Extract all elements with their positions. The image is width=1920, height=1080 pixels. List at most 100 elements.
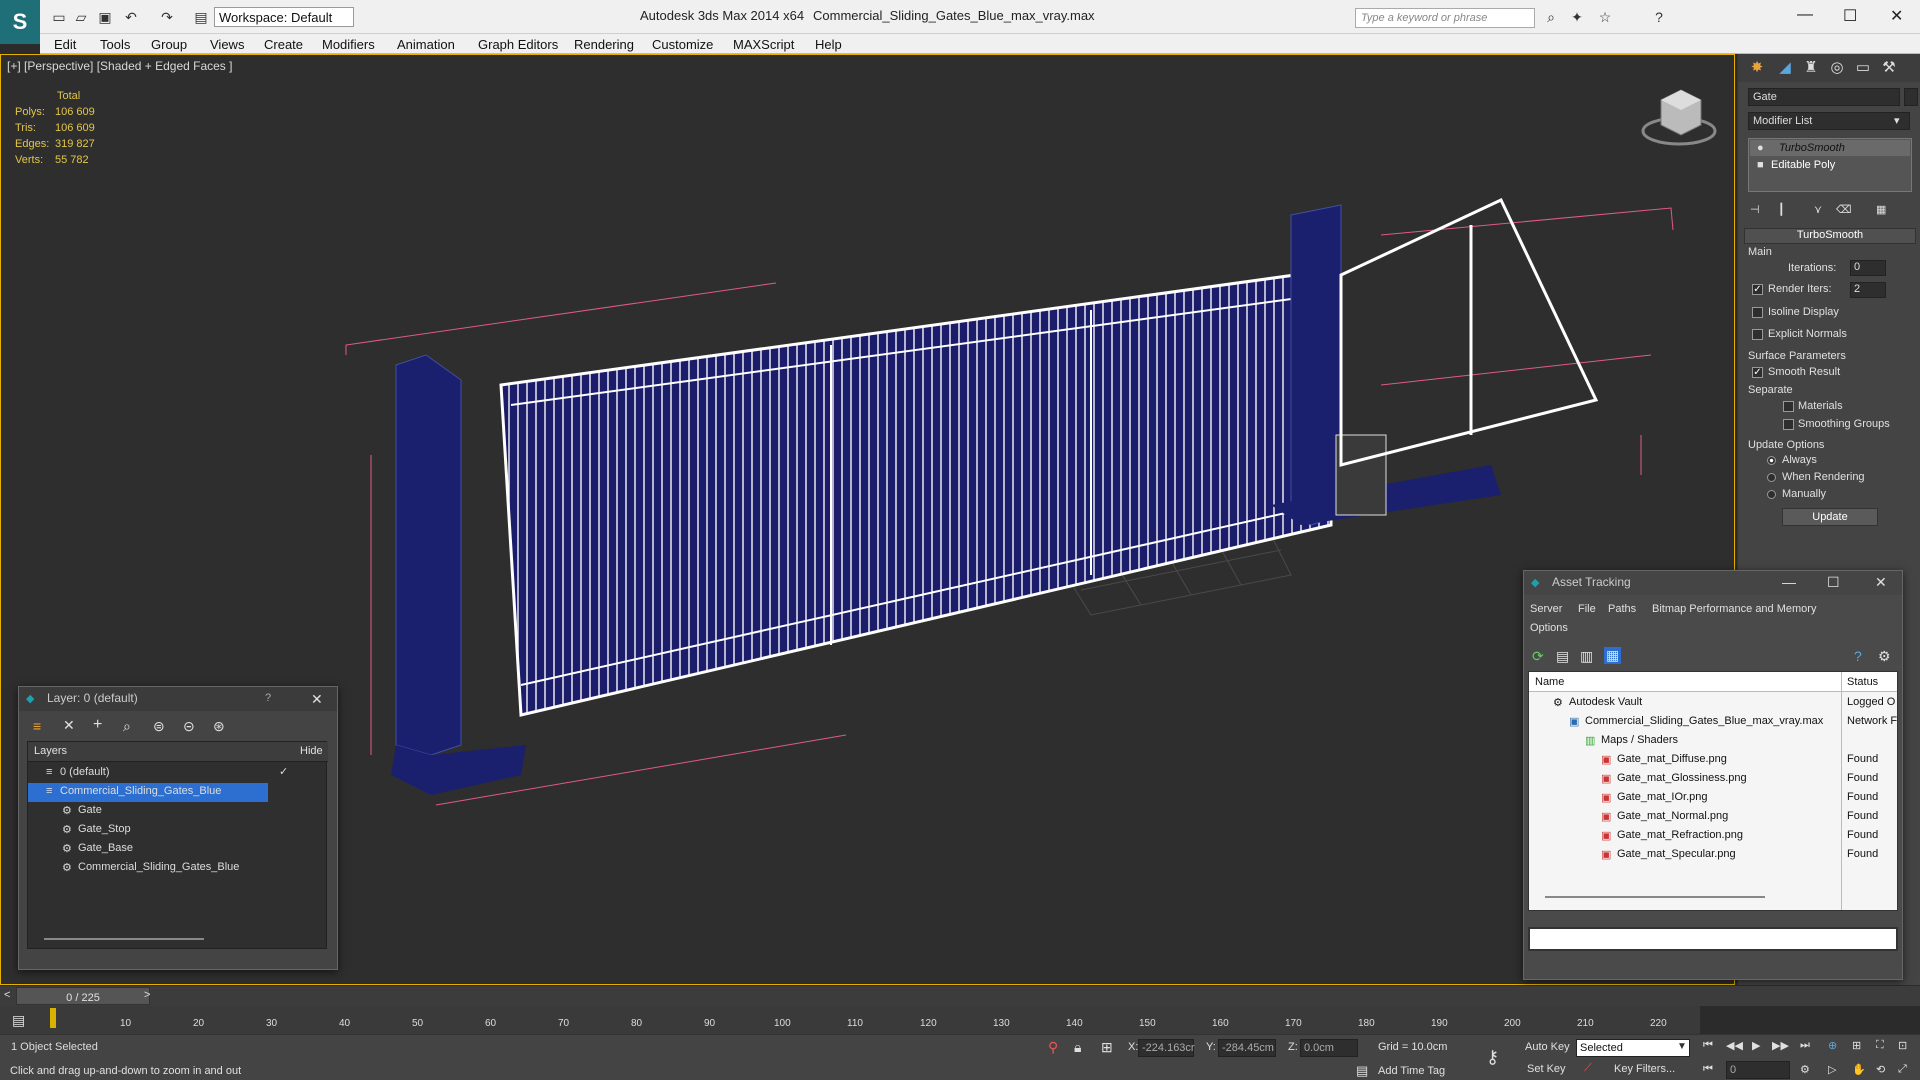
key-mode-icon[interactable]: ⏮ xyxy=(1703,1063,1713,1076)
current-frame-field[interactable]: 0 xyxy=(1726,1061,1790,1079)
menu-group[interactable]: Group xyxy=(151,37,187,52)
smooth-result-checkbox[interactable]: ✓ xyxy=(1752,367,1763,378)
close-icon[interactable]: ✕ xyxy=(1875,574,1887,591)
active-layer-check-icon[interactable]: ✓ xyxy=(279,765,288,778)
object-row[interactable]: ⚙ Gate_Base xyxy=(28,840,328,859)
minimize-icon[interactable]: — xyxy=(1797,6,1813,24)
add-to-layer-icon[interactable]: + xyxy=(93,716,102,734)
stack-item-turbosmooth[interactable]: TurboSmooth xyxy=(1779,142,1845,154)
show-end-result-icon[interactable]: ┃ xyxy=(1778,203,1785,216)
name-column-header[interactable]: Name xyxy=(1535,676,1564,688)
menu-maxscript[interactable]: MAXScript xyxy=(733,37,794,52)
x-coordinate-field[interactable]: -224.163cr xyxy=(1138,1039,1195,1057)
menu-animation[interactable]: Animation xyxy=(397,37,455,52)
menu-help[interactable]: Help xyxy=(815,37,842,52)
chevron-down-icon[interactable]: ▼ xyxy=(1677,1041,1687,1052)
help-icon[interactable]: ? xyxy=(1650,8,1668,26)
redo-icon[interactable]: ↷ xyxy=(158,8,176,26)
menu-server[interactable]: Server xyxy=(1530,603,1562,615)
minimize-icon[interactable]: — xyxy=(1782,574,1796,590)
asset-row[interactable]: ▣ Gate_mat_Diffuse.png Found xyxy=(1529,751,1897,770)
lightbulb-icon[interactable]: ● xyxy=(1757,142,1764,154)
time-slider-thumb[interactable]: 0 / 225 xyxy=(16,987,150,1005)
z-coordinate-field[interactable]: 0.0cm xyxy=(1300,1039,1358,1057)
maximize-icon[interactable]: ☐ xyxy=(1827,574,1840,591)
zoom-extents-icon[interactable]: ⛶ xyxy=(1876,1039,1884,1052)
asset-path-field[interactable] xyxy=(1528,927,1898,951)
menu-rendering[interactable]: Rendering xyxy=(574,37,634,52)
asset-row[interactable]: ▣ Gate_mat_Specular.png Found xyxy=(1529,846,1897,865)
asset-row[interactable]: ▣ Commercial_Sliding_Gates_Blue_max_vray.… xyxy=(1529,713,1897,732)
asset-row[interactable]: ▣ Gate_mat_Glossiness.png Found xyxy=(1529,770,1897,789)
previous-frame-icon[interactable]: < xyxy=(4,989,10,1001)
set-key-button[interactable]: Set Key xyxy=(1527,1063,1566,1075)
hide-all-icon[interactable]: ⊝ xyxy=(183,718,195,735)
close-icon[interactable]: ✕ xyxy=(1890,6,1903,26)
select-objects-icon[interactable]: ⌕ xyxy=(123,718,131,735)
go-to-end-icon[interactable]: ⏭ xyxy=(1800,1039,1810,1052)
mini-curve-editor-icon[interactable]: ▤ xyxy=(12,1012,25,1029)
when-rendering-radio[interactable] xyxy=(1767,473,1776,482)
asset-row[interactable]: ⚙ Autodesk Vault Logged O xyxy=(1529,694,1897,713)
star-icon[interactable]: ☆ xyxy=(1596,8,1614,26)
hide-column-header[interactable]: Hide xyxy=(300,745,323,757)
workspace-dropdown[interactable]: Workspace: Default xyxy=(214,7,354,27)
utilities-tab-icon[interactable]: ⚒ xyxy=(1878,58,1900,80)
communication-icon[interactable]: ✦ xyxy=(1568,8,1586,26)
search-input[interactable]: Type a keyword or phrase xyxy=(1355,8,1535,28)
time-configuration-icon[interactable]: ⚙ xyxy=(1800,1063,1810,1076)
maximize-icon[interactable]: ☐ xyxy=(1843,6,1857,26)
vault-icon[interactable]: ⚙ xyxy=(1878,648,1891,665)
object-row[interactable]: ⚙ Gate xyxy=(28,802,328,821)
menu-options[interactable]: Options xyxy=(1530,622,1568,634)
object-color-swatch[interactable] xyxy=(1904,88,1918,106)
menu-tools[interactable]: Tools xyxy=(100,37,130,52)
selection-lock-icon[interactable]: 🔒︎ xyxy=(1074,1039,1081,1056)
next-frame-icon[interactable]: > xyxy=(144,989,150,1001)
open-file-icon[interactable]: ▱ xyxy=(72,8,90,26)
motion-tab-icon[interactable]: ◎ xyxy=(1826,58,1848,80)
asset-row[interactable]: ▥ Maps / Shaders xyxy=(1529,732,1897,751)
menu-views[interactable]: Views xyxy=(210,37,244,52)
play-icon[interactable]: ▶ xyxy=(1752,1039,1760,1052)
help-icon[interactable]: ? xyxy=(265,692,271,704)
chevron-down-icon[interactable]: ▾ xyxy=(1894,114,1900,127)
table-view-icon[interactable]: ▥ xyxy=(1580,648,1593,665)
iterations-spinner[interactable]: 0 xyxy=(1850,260,1886,276)
refresh-icon[interactable]: ⟳ xyxy=(1532,648,1544,665)
new-file-icon[interactable]: ▭ xyxy=(50,8,68,26)
go-to-start-icon[interactable]: ⏮ xyxy=(1703,1039,1713,1052)
previous-key-icon[interactable]: ◀◀ xyxy=(1726,1039,1743,1052)
configure-sets-icon[interactable]: ▦ xyxy=(1876,203,1886,216)
delete-layer-icon[interactable]: ✕ xyxy=(63,717,75,734)
menu-paths[interactable]: Paths xyxy=(1608,603,1636,615)
update-button[interactable]: Update xyxy=(1782,508,1878,526)
key-filter-dropdown[interactable]: Selected xyxy=(1576,1039,1690,1057)
time-slider[interactable]: < 0 / 225 > xyxy=(0,986,1920,1006)
create-tab-icon[interactable]: ✸ xyxy=(1746,58,1768,80)
save-icon[interactable]: ▣ xyxy=(96,8,114,26)
menu-modifiers[interactable]: Modifiers xyxy=(322,37,375,52)
menu-edit[interactable]: Edit xyxy=(54,37,76,52)
set-key-icon[interactable]: ⟋ xyxy=(1584,1062,1592,1075)
render-iters-checkbox[interactable]: ✓ xyxy=(1752,284,1763,295)
y-coordinate-field[interactable]: -284.45cm xyxy=(1218,1039,1276,1057)
display-tab-icon[interactable]: ▭ xyxy=(1852,58,1874,80)
menu-file[interactable]: File xyxy=(1578,603,1596,615)
key-icon[interactable]: ⚷ xyxy=(1486,1047,1499,1068)
object-name-field[interactable]: Gate xyxy=(1748,88,1900,106)
binoculars-icon[interactable]: ⌕ xyxy=(1542,8,1560,26)
key-filters-button[interactable]: Key Filters... xyxy=(1614,1063,1675,1075)
status-column-header[interactable]: Status xyxy=(1847,676,1878,688)
materials-checkbox[interactable] xyxy=(1783,401,1794,412)
always-radio[interactable] xyxy=(1767,456,1776,465)
project-folder-icon[interactable]: ▤ xyxy=(192,8,210,26)
list-view-icon[interactable]: ▤ xyxy=(1556,648,1569,665)
highlight-layer-icon[interactable]: ⊜ xyxy=(153,718,165,735)
horizontal-scrollbar[interactable] xyxy=(44,938,204,940)
isolate-selection-icon[interactable]: ⚲ xyxy=(1048,1039,1058,1056)
menu-create[interactable]: Create xyxy=(264,37,303,52)
render-iters-spinner[interactable]: 2 xyxy=(1850,282,1886,298)
horizontal-scrollbar[interactable] xyxy=(1545,896,1765,898)
asset-row[interactable]: ▣ Gate_mat_IOr.png Found xyxy=(1529,789,1897,808)
